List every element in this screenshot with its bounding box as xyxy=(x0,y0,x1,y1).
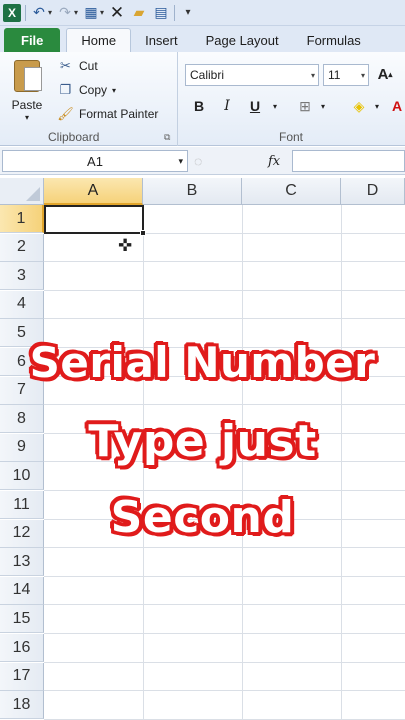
paste-icon xyxy=(14,60,42,92)
cut-label: Cut xyxy=(79,59,98,73)
caption-line-2: Type just xyxy=(88,416,317,467)
name-box[interactable]: A1 ▾ xyxy=(2,150,188,172)
open-folder-icon[interactable]: ▰ xyxy=(130,4,148,22)
row-header-4[interactable]: 4 xyxy=(0,290,44,319)
customize-icon[interactable]: ▾ xyxy=(179,4,197,22)
bold-button[interactable]: B xyxy=(189,96,209,116)
chevron-down-icon: ▾ xyxy=(360,70,365,80)
separator xyxy=(174,4,176,21)
excel-icon[interactable]: X xyxy=(3,3,21,22)
gridline xyxy=(44,490,405,491)
column-header-c[interactable]: C xyxy=(242,178,341,205)
row-header-1[interactable]: 1 xyxy=(0,205,44,233)
row-header-3[interactable]: 3 xyxy=(0,262,44,291)
underline-dropdown-icon[interactable]: ▾ xyxy=(265,96,285,116)
formula-controls: ◌ fx xyxy=(190,150,292,172)
font-group: Calibri ▾ 11 ▾ A ▴ B I U ▾ ⊞ ▾ ◈ ▾ A Font xyxy=(179,52,405,146)
cell-cursor-icon: ✜ xyxy=(118,236,133,255)
gridline xyxy=(44,661,405,663)
paintbrush-icon: 🖌 xyxy=(57,106,74,121)
formula-input[interactable] xyxy=(292,150,405,172)
select-all-button[interactable] xyxy=(0,178,44,205)
paste-label: Paste xyxy=(11,98,43,112)
resize-handle-icon[interactable]: ◌ xyxy=(194,153,202,169)
active-cell-a1[interactable] xyxy=(44,205,144,234)
font-name-select[interactable]: Calibri ▾ xyxy=(185,64,319,86)
italic-button[interactable]: I xyxy=(217,96,237,116)
paste-dropdown-icon[interactable]: ▾ xyxy=(25,113,29,122)
format-painter-label: Format Painter xyxy=(79,107,159,121)
clipboard-group: Paste ▾ ✂ Cut ❐ Copy ▾ 🖌 Format Painter … xyxy=(0,52,178,146)
row-header-18[interactable]: 18 xyxy=(0,691,44,720)
gridline xyxy=(44,604,405,606)
gridline xyxy=(44,404,405,406)
chevron-down-icon: ▾ xyxy=(310,70,315,80)
fill-color-icon[interactable]: ◈ xyxy=(349,96,369,116)
tab-formulas[interactable]: Formulas xyxy=(293,28,375,52)
cut-button[interactable]: ✂ Cut xyxy=(57,56,98,76)
gridline xyxy=(44,261,405,263)
paste-button[interactable]: Paste ▾ xyxy=(4,58,50,122)
undo-dropdown-icon[interactable]: ▾ xyxy=(48,8,52,17)
font-group-label: Font xyxy=(279,130,304,144)
gridline xyxy=(44,547,405,549)
copy-button[interactable]: ❐ Copy ▾ xyxy=(57,80,116,100)
dialog-launcher-icon[interactable]: ⧉ xyxy=(164,132,170,143)
form-icon[interactable]: ▤ xyxy=(152,4,170,22)
column-header-d[interactable]: D xyxy=(341,178,405,205)
gridline xyxy=(44,633,405,634)
grow-font-icon[interactable]: A ▴ xyxy=(375,64,395,84)
gridline xyxy=(44,690,405,692)
copy-label: Copy xyxy=(79,83,108,97)
row-header-16[interactable]: 16 xyxy=(0,634,44,662)
formula-bar: A1 ▾ ◌ fx xyxy=(0,147,405,175)
caption-line-3: Second xyxy=(110,492,295,543)
underline-button[interactable]: U xyxy=(245,96,265,116)
gridline xyxy=(44,318,405,320)
name-box-value: A1 xyxy=(87,153,103,169)
gridline xyxy=(44,289,405,291)
column-header-a[interactable]: A xyxy=(44,178,143,205)
redo-icon[interactable]: ↷ xyxy=(56,4,74,22)
tab-page-layout[interactable]: Page Layout xyxy=(192,28,293,52)
fill-color-dropdown-icon[interactable]: ▾ xyxy=(367,96,387,116)
tab-insert[interactable]: Insert xyxy=(131,28,192,52)
row-header-17[interactable]: 17 xyxy=(0,662,44,691)
row-header-14[interactable]: 14 xyxy=(0,576,44,605)
separator xyxy=(25,4,26,21)
fill-handle[interactable] xyxy=(140,230,146,236)
caption-line-1: Serial Number xyxy=(29,338,376,387)
font-name-value: Calibri xyxy=(190,68,225,82)
ribbon-tabs: File Home Insert Page Layout Formulas xyxy=(0,26,405,52)
copy-icon: ❐ xyxy=(59,82,72,97)
borders-icon[interactable]: ⊞ xyxy=(295,96,315,116)
copy-dropdown-icon[interactable]: ▾ xyxy=(112,86,116,95)
undo-icon[interactable]: ↶ xyxy=(30,4,48,22)
tab-file[interactable]: File xyxy=(4,28,61,52)
column-header-b[interactable]: B xyxy=(143,178,242,205)
insert-function-icon[interactable]: fx xyxy=(268,154,280,169)
format-painter-button[interactable]: 🖌 Format Painter xyxy=(57,104,158,124)
font-size-select[interactable]: 11 ▾ xyxy=(323,64,369,86)
clipboard-group-label: Clipboard xyxy=(48,130,100,144)
borders-dropdown-icon[interactable]: ▾ xyxy=(313,96,333,116)
tab-home[interactable]: Home xyxy=(66,28,132,52)
gridline xyxy=(44,575,405,577)
table-dropdown-icon[interactable]: ▾ xyxy=(100,8,104,17)
table-icon[interactable]: ▦ xyxy=(82,4,100,22)
row-header-15[interactable]: 15 xyxy=(0,605,44,634)
chevron-down-icon: ▾ xyxy=(178,155,183,166)
ribbon: Paste ▾ ✂ Cut ❐ Copy ▾ 🖌 Format Painter … xyxy=(0,52,405,146)
font-size-value: 11 xyxy=(328,68,341,82)
font-color-icon[interactable]: A xyxy=(387,96,405,116)
close-icon[interactable]: ✕ xyxy=(108,3,126,22)
row-header-2[interactable]: 2 xyxy=(0,233,44,262)
scissors-icon: ✂ xyxy=(60,58,71,73)
row-header-13[interactable]: 13 xyxy=(0,548,44,577)
quick-access-toolbar: X ↶ ▾ ↷ ▾ ▦ ▾ ✕ ▰ ▤ ▾ xyxy=(0,0,405,26)
redo-dropdown-icon[interactable]: ▾ xyxy=(74,8,78,17)
